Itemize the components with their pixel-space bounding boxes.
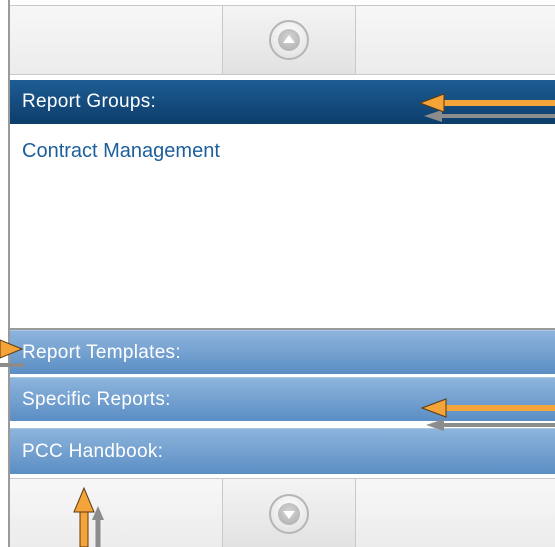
section-header-report-templates[interactable]: Report Templates:	[10, 330, 555, 374]
section-label-report-groups: Report Groups:	[22, 91, 157, 112]
section-header-pcc-handbook[interactable]: PCC Handbook:	[10, 428, 555, 474]
section-label-report-templates: Report Templates:	[22, 341, 181, 363]
section-header-report-groups[interactable]: Report Groups:	[10, 80, 555, 124]
accordion-widget: Report Groups: Contract Management Repor…	[0, 0, 555, 547]
accordion-panel: Report Groups: Contract Management Repor…	[8, 0, 555, 547]
report-groups-list: Contract Management	[10, 124, 555, 330]
section-label-specific-reports: Specific Reports:	[22, 388, 171, 410]
section-header-specific-reports[interactable]: Specific Reports:	[10, 377, 555, 421]
bottom-scroll-bar	[10, 478, 555, 547]
scroll-down-icon	[269, 493, 309, 534]
top-scroll-bar	[10, 5, 555, 75]
list-item-contract-management[interactable]: Contract Management	[22, 140, 220, 163]
section-label-pcc-handbook: PCC Handbook:	[22, 440, 164, 462]
scroll-up-icon	[269, 20, 309, 60]
scroll-down-button[interactable]	[222, 479, 356, 547]
scroll-up-button[interactable]	[222, 6, 356, 74]
